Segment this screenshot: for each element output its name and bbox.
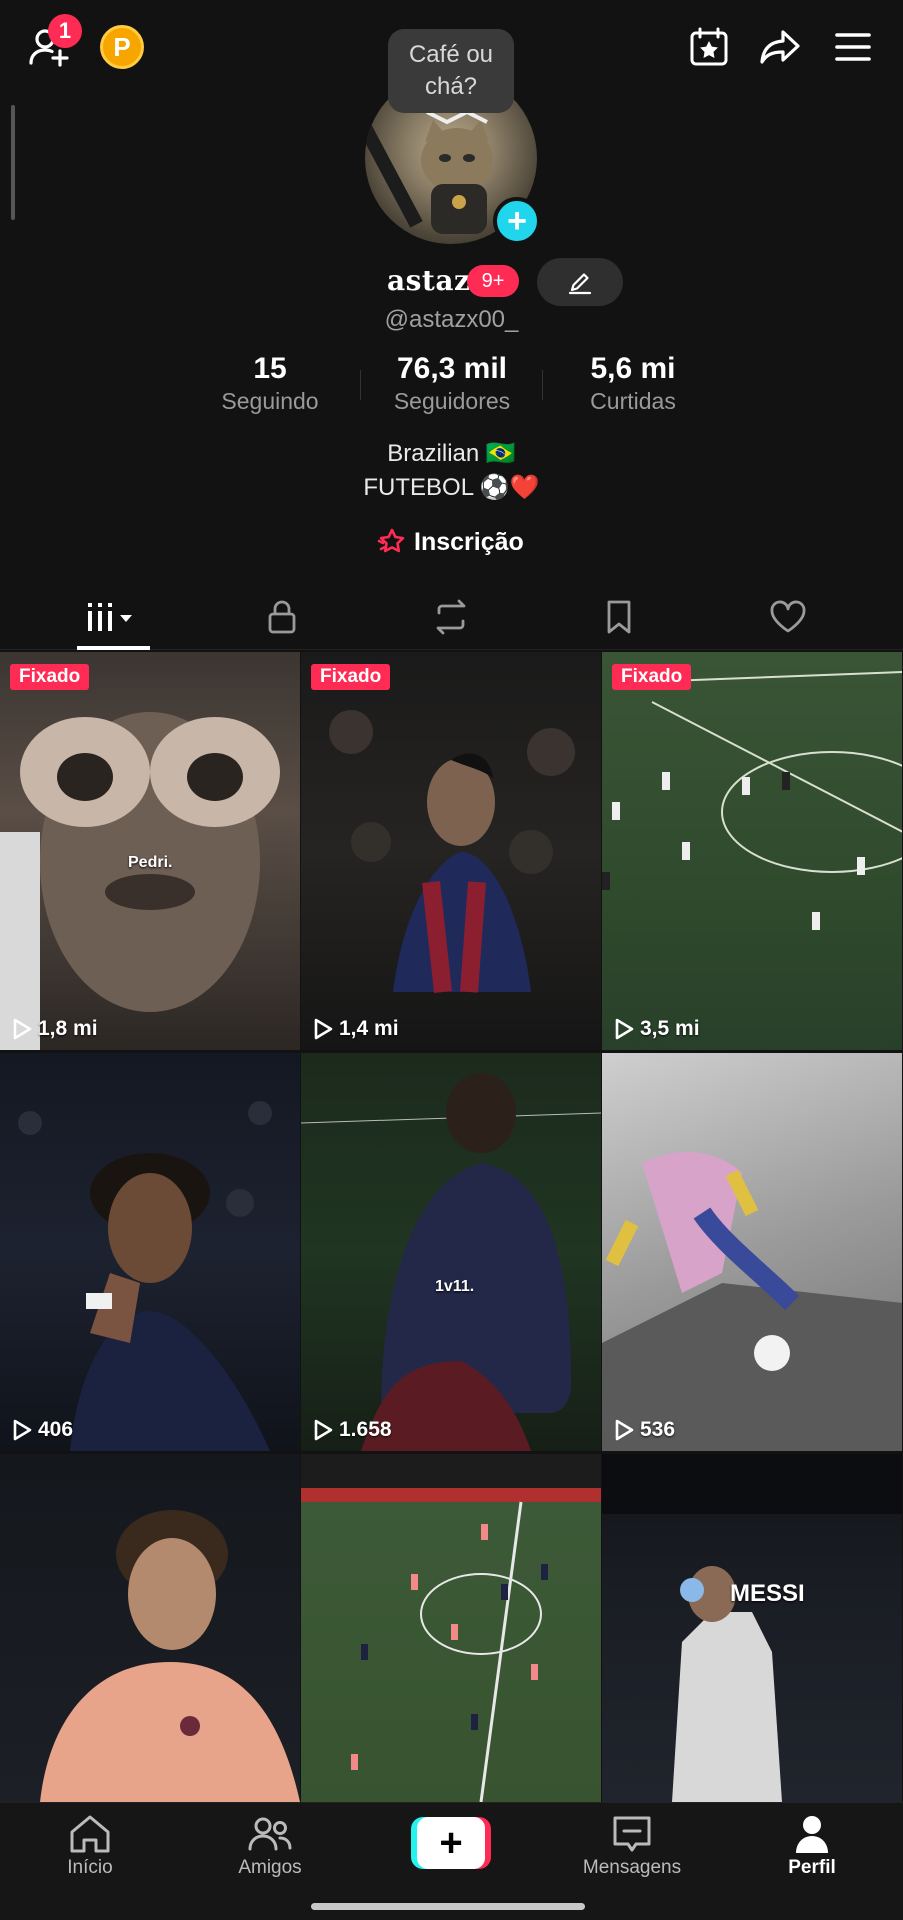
play-icon bbox=[615, 1018, 634, 1040]
grid-icon bbox=[88, 603, 132, 631]
video-grid: Pedri. Fixado 1,8 mi Fixado 1,4 mi Fixad… bbox=[0, 652, 903, 1802]
view-count-value: 3,5 mi bbox=[640, 1017, 700, 1040]
edit-profile-button[interactable] bbox=[537, 258, 623, 306]
home-icon bbox=[70, 1815, 110, 1853]
followers-stat[interactable]: 76,3 mil Seguidores bbox=[380, 352, 524, 415]
notification-badge: 1 bbox=[48, 14, 82, 48]
avatar-add-button[interactable]: + bbox=[493, 197, 541, 245]
following-stat[interactable]: 15 Seguindo bbox=[208, 352, 332, 415]
view-count-value: 406 bbox=[38, 1418, 74, 1441]
video-thumbnail[interactable]: 1v11. 1.658 bbox=[301, 1053, 601, 1451]
play-icon bbox=[13, 1018, 32, 1040]
view-count: 1,8 mi bbox=[12, 1017, 98, 1041]
stat-divider bbox=[360, 370, 361, 400]
view-count: 1.658 bbox=[313, 1418, 392, 1442]
tab-videos[interactable] bbox=[54, 584, 174, 650]
likes-label: Curtidas bbox=[590, 388, 676, 414]
pinned-badge: Fixado bbox=[311, 664, 391, 690]
active-tab-indicator bbox=[77, 646, 150, 650]
menu-icon[interactable] bbox=[826, 22, 880, 72]
tab-saved[interactable] bbox=[559, 584, 679, 650]
video-thumbnail[interactable]: 406 bbox=[0, 1053, 300, 1451]
repost-icon bbox=[436, 599, 466, 635]
plus-icon: + bbox=[417, 1817, 485, 1869]
nav-messages-label: Mensagens bbox=[582, 1857, 682, 1878]
home-indicator bbox=[311, 1903, 585, 1910]
scroll-indicator bbox=[11, 105, 15, 220]
lock-icon bbox=[268, 600, 296, 634]
tab-reposts[interactable] bbox=[391, 584, 511, 650]
create-button[interactable]: + bbox=[411, 1817, 491, 1869]
nav-friends-label: Amigos bbox=[238, 1857, 302, 1878]
view-count: 1,4 mi bbox=[313, 1017, 399, 1041]
nav-messages[interactable]: Mensagens bbox=[572, 1813, 692, 1893]
inbox-icon bbox=[613, 1816, 651, 1852]
followers-label: Seguidores bbox=[393, 388, 511, 414]
pinned-badge: Fixado bbox=[10, 664, 90, 690]
tab-liked[interactable] bbox=[728, 584, 848, 650]
video-overlay-text: MESSI bbox=[730, 1580, 805, 1607]
nav-home[interactable]: Início bbox=[30, 1813, 150, 1893]
share-icon[interactable] bbox=[753, 22, 807, 72]
stat-divider bbox=[542, 370, 543, 400]
play-icon bbox=[615, 1419, 634, 1441]
subscription-link[interactable]: Inscrição bbox=[376, 524, 524, 560]
following-label: Seguindo bbox=[221, 388, 319, 414]
view-count: 536 bbox=[614, 1418, 675, 1442]
profile-stats: 15 Seguindo 76,3 mil Seguidores 5,6 mi C… bbox=[0, 352, 903, 422]
play-icon bbox=[314, 1419, 333, 1441]
calendar-star-icon[interactable] bbox=[684, 22, 734, 72]
star-icon bbox=[377, 528, 405, 553]
profile-bio: Brazilian 🇧🇷 FUTEBOL ⚽❤️ bbox=[0, 437, 903, 505]
name-badge[interactable]: 9+ bbox=[467, 265, 519, 297]
tab-private[interactable] bbox=[222, 584, 342, 650]
pinned-badge: Fixado bbox=[612, 664, 692, 690]
pencil-icon bbox=[568, 273, 592, 295]
play-icon bbox=[13, 1419, 32, 1441]
nav-home-label: Início bbox=[67, 1857, 113, 1878]
bookmark-icon bbox=[607, 600, 631, 634]
video-thumbnail[interactable]: Fixado 1,4 mi bbox=[301, 652, 601, 1050]
followers-count: 76,3 mil bbox=[396, 352, 508, 385]
view-count: 3,5 mi bbox=[614, 1017, 700, 1041]
video-thumbnail[interactable] bbox=[301, 1454, 601, 1802]
bio-line: Brazilian 🇧🇷 bbox=[387, 440, 516, 467]
view-count-value: 1,4 mi bbox=[339, 1017, 399, 1040]
view-count: 406 bbox=[12, 1418, 73, 1442]
video-thumbnail[interactable]: Fixado 3,5 mi bbox=[602, 652, 902, 1050]
nav-profile[interactable]: Perfil bbox=[752, 1813, 872, 1893]
subscription-label: Inscrição bbox=[414, 527, 524, 556]
video-thumbnail[interactable]: Pedri. Fixado 1,8 mi bbox=[0, 652, 300, 1050]
likes-stat[interactable]: 5,6 mi Curtidas bbox=[577, 352, 689, 415]
profile-handle: @astazx00_ bbox=[384, 306, 519, 333]
profile-icon bbox=[796, 1816, 828, 1853]
video-thumbnail[interactable]: 536 bbox=[602, 1053, 902, 1451]
bio-line: FUTEBOL ⚽❤️ bbox=[363, 474, 540, 501]
friends-icon bbox=[248, 1817, 292, 1851]
heart-icon bbox=[770, 600, 806, 633]
likes-count: 5,6 mi bbox=[590, 352, 676, 385]
nav-profile-label: Perfil bbox=[788, 1857, 836, 1878]
status-bubble[interactable]: Café ou chá? bbox=[388, 29, 514, 113]
video-thumbnail[interactable] bbox=[0, 1454, 300, 1802]
profile-tabs bbox=[0, 584, 903, 650]
video-thumbnail[interactable]: MESSI bbox=[602, 1454, 902, 1802]
view-count-value: 536 bbox=[640, 1418, 676, 1441]
following-count: 15 bbox=[253, 352, 287, 385]
coin-icon[interactable]: P bbox=[100, 25, 144, 69]
nav-friends[interactable]: Amigos bbox=[210, 1813, 330, 1893]
play-icon bbox=[314, 1018, 333, 1040]
view-count-value: 1,8 mi bbox=[38, 1017, 98, 1040]
video-overlay-text: Pedri. bbox=[128, 854, 173, 871]
video-overlay-text: 1v11. bbox=[435, 1278, 475, 1295]
view-count-value: 1.658 bbox=[339, 1418, 392, 1441]
